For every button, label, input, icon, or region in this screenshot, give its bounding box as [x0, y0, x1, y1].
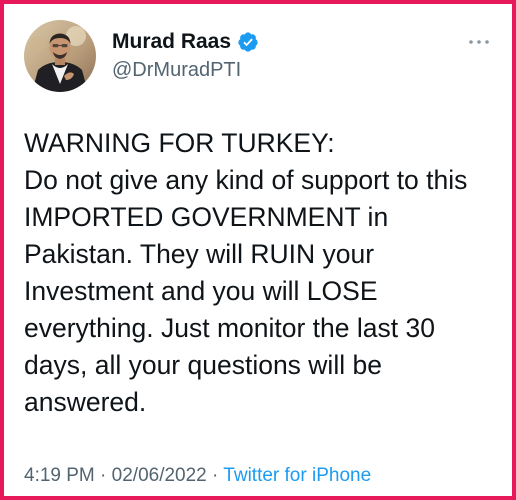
tweet-card: Murad Raas @DrMuradPTI WARNING FOR TURKE… — [0, 0, 516, 500]
avatar-photo — [24, 20, 96, 92]
author-name-row[interactable]: Murad Raas — [112, 30, 259, 54]
meta-separator: · — [206, 465, 224, 486]
tweet-time[interactable]: 4:19 PM — [24, 465, 95, 486]
tweet-metadata: 4:19 PM · 02/06/2022 · Twitter for iPhon… — [24, 464, 371, 488]
verified-badge-icon — [237, 31, 259, 53]
meta-separator: · — [94, 465, 112, 486]
tweet-text: WARNING FOR TURKEY: Do not give any kind… — [24, 128, 468, 417]
author-display-name[interactable]: Murad Raas — [112, 30, 231, 54]
tweet-source-link[interactable]: Twitter for iPhone — [223, 465, 371, 486]
avatar[interactable] — [24, 20, 96, 92]
tweet-date[interactable]: 02/06/2022 — [112, 465, 207, 486]
more-options-icon[interactable] — [468, 34, 490, 44]
author-handle[interactable]: @DrMuradPTI — [112, 58, 241, 82]
